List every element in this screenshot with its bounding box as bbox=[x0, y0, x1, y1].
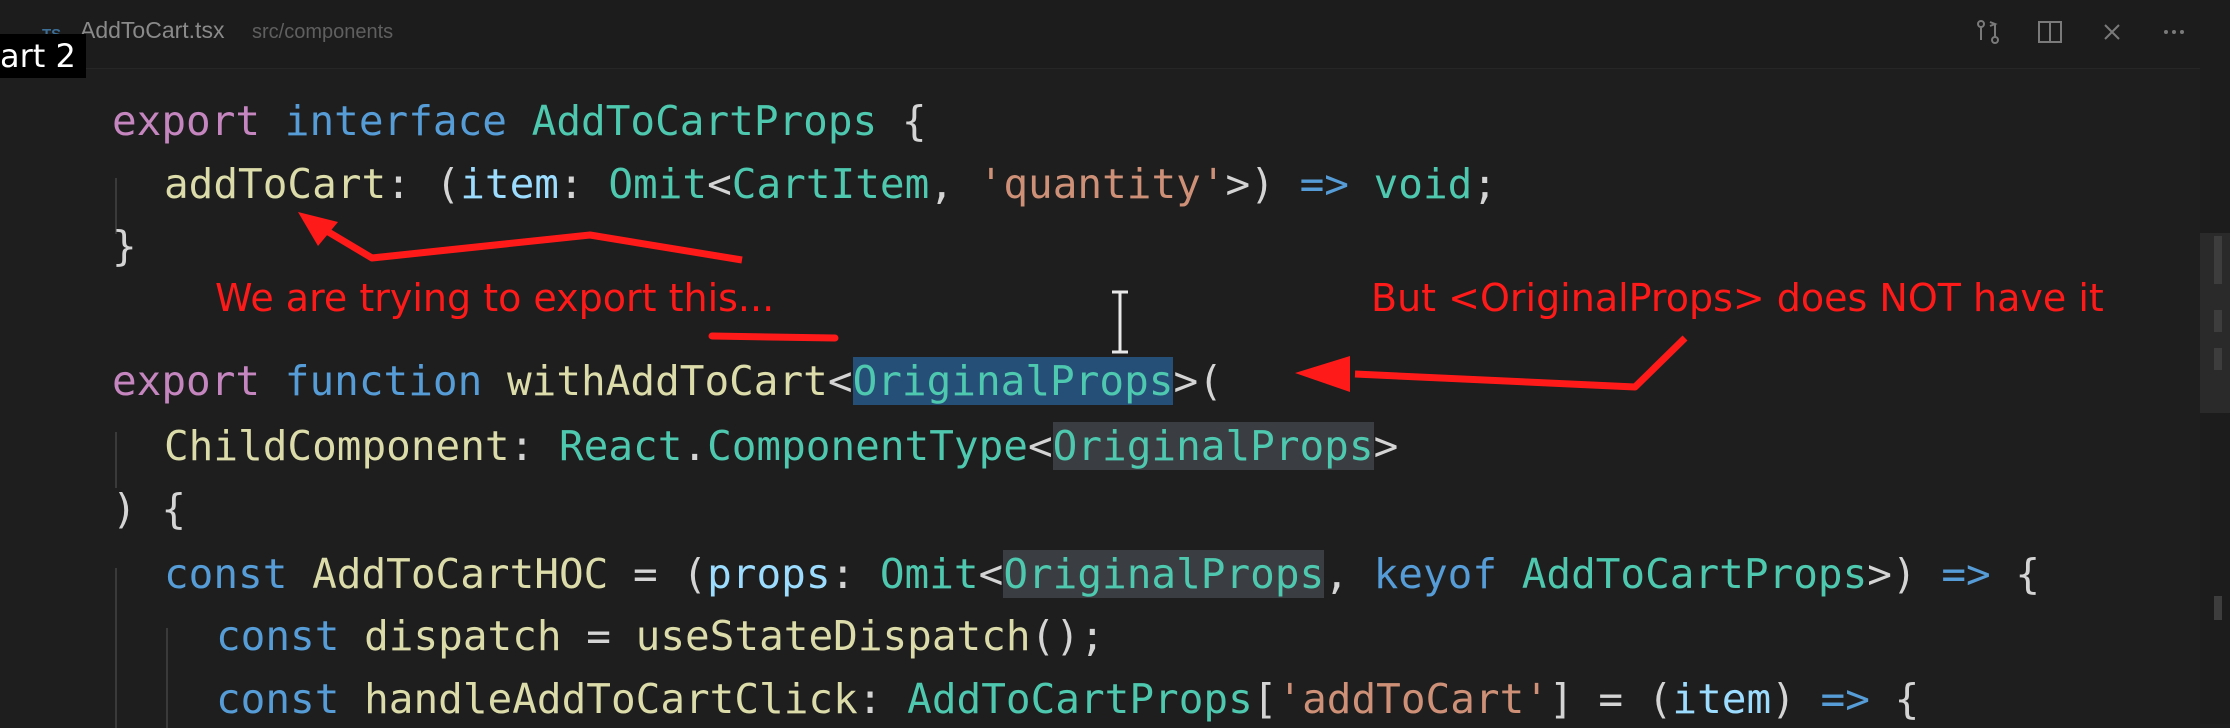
compare-changes-icon[interactable] bbox=[1972, 16, 2004, 48]
minimap-marker bbox=[2214, 236, 2222, 284]
code-line-8: const dispatch = useStateDispatch(); bbox=[216, 612, 1105, 660]
selected-text: OriginalProps bbox=[852, 357, 1174, 405]
code-line-5: ChildComponent: React.ComponentType<Orig… bbox=[164, 422, 1399, 470]
code-line-2: addToCart: (item: Omit<CartItem, 'quanti… bbox=[164, 160, 1498, 208]
annotation-right-note: But <OriginalProps> does NOT have it bbox=[1371, 276, 2104, 320]
editor-actions bbox=[1972, 16, 2190, 48]
editor-tab-bar: TS AddToCart.tsx src/components bbox=[0, 0, 2230, 69]
indent-guide bbox=[115, 568, 117, 728]
more-actions-icon[interactable] bbox=[2158, 16, 2190, 48]
tab-file-path: src/components bbox=[252, 21, 394, 43]
code-line-6: ) { bbox=[112, 485, 187, 533]
code-line-3: } bbox=[112, 222, 137, 270]
code-line-9: const handleAddToCartClick: AddToCartPro… bbox=[216, 675, 1920, 723]
indent-guide bbox=[166, 628, 168, 728]
minimap-marker bbox=[2214, 596, 2222, 620]
split-editor-icon[interactable] bbox=[2034, 16, 2066, 48]
tab-file-name[interactable]: AddToCart.tsx bbox=[80, 17, 224, 44]
minimap-marker bbox=[2214, 310, 2222, 332]
code-editor[interactable]: export interface AddToCartProps { addToC… bbox=[0, 68, 2230, 728]
code-line-1: export interface AddToCartProps { bbox=[112, 97, 927, 145]
code-line-4: export function withAddToCart<OriginalPr… bbox=[112, 357, 1223, 405]
annotation-left-note: We are trying to export this... bbox=[215, 276, 775, 320]
close-icon[interactable] bbox=[2096, 16, 2128, 48]
code-line-7: const AddToCartHOC = (props: Omit<Origin… bbox=[164, 550, 2041, 598]
minimap-marker bbox=[2214, 348, 2222, 370]
indent-guide bbox=[115, 432, 117, 488]
